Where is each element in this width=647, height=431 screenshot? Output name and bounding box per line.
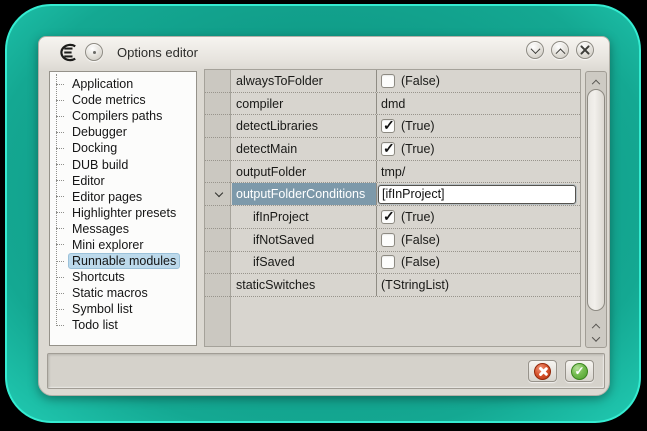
- checkbox[interactable]: [381, 233, 395, 247]
- sidebar-item-symbol-list[interactable]: Symbol list: [50, 301, 196, 317]
- property-row[interactable]: staticSwitches (TStringList): [205, 274, 580, 297]
- sidebar-item-messages[interactable]: Messages: [50, 221, 196, 237]
- sidebar-item-compilers-paths[interactable]: Compilers paths: [50, 108, 196, 124]
- sidebar-item-runnable-modules[interactable]: Runnable modules: [50, 253, 196, 269]
- options-editor-window: Options editor Application Code metrics …: [38, 36, 610, 396]
- property-row-selected[interactable]: outputFolderConditions: [205, 183, 580, 206]
- scrollbar-up-button[interactable]: [586, 73, 606, 88]
- category-list[interactable]: Application Code metrics Compilers paths…: [49, 71, 197, 346]
- property-row[interactable]: ifInProject (True): [205, 206, 580, 229]
- property-value: dmd: [381, 97, 405, 111]
- scrollbar-thumb[interactable]: [587, 89, 605, 311]
- property-row[interactable]: detectMain (True): [205, 138, 580, 161]
- scrollbar-up-button-2[interactable]: [586, 317, 606, 332]
- tree-tick: [56, 100, 64, 101]
- checkbox[interactable]: [381, 142, 395, 156]
- window-title: Options editor: [117, 45, 198, 60]
- tree-tick: [56, 261, 64, 262]
- chevron-up-icon: [592, 79, 600, 87]
- close-button[interactable]: [576, 41, 594, 59]
- titlebar[interactable]: Options editor: [39, 37, 609, 67]
- app-logo-icon: [56, 43, 78, 62]
- property-name[interactable]: ifInProject: [249, 206, 376, 228]
- property-name[interactable]: detectLibraries: [232, 115, 376, 137]
- close-icon: [538, 367, 547, 376]
- property-value: tmp/: [381, 165, 405, 179]
- tree-tick: [56, 325, 64, 326]
- property-rows: alwaysToFolder (False) compiler dmd dete…: [205, 70, 580, 297]
- close-icon: [580, 45, 590, 55]
- tree-tick: [56, 212, 64, 213]
- property-name[interactable]: alwaysToFolder: [232, 70, 376, 92]
- property-name[interactable]: outputFolderConditions: [232, 183, 376, 205]
- window-controls: [526, 41, 594, 59]
- property-name[interactable]: outputFolder: [232, 161, 376, 183]
- sidebar-item-highlighter-presets[interactable]: Highlighter presets: [50, 205, 196, 221]
- tree-tick: [56, 277, 64, 278]
- property-row[interactable]: alwaysToFolder (False): [205, 70, 580, 93]
- tree-tick: [56, 116, 64, 117]
- check-icon: ✓: [574, 365, 584, 377]
- property-name[interactable]: ifSaved: [249, 252, 376, 274]
- tree-tick: [56, 196, 64, 197]
- checkbox[interactable]: [381, 119, 395, 133]
- sidebar-item-shortcuts[interactable]: Shortcuts: [50, 269, 196, 285]
- sidebar-item-debugger[interactable]: Debugger: [50, 124, 196, 140]
- window-menu-button[interactable]: [85, 43, 103, 61]
- property-value: (False): [401, 74, 440, 88]
- property-row[interactable]: ifNotSaved (False): [205, 229, 580, 252]
- sidebar-item-dub-build[interactable]: DUB build: [50, 156, 196, 172]
- property-value: (False): [401, 233, 440, 247]
- screenshot-stage: Options editor Application Code metrics …: [0, 0, 647, 431]
- property-value: (True): [401, 142, 435, 156]
- chevron-down-icon: [592, 333, 600, 341]
- tree-tick: [56, 180, 64, 181]
- checkbox[interactable]: [381, 210, 395, 224]
- scrollbar-down-button[interactable]: [586, 331, 606, 346]
- sidebar-item-todo-list[interactable]: Todo list: [50, 317, 196, 333]
- tree-tick: [56, 132, 64, 133]
- checkbox[interactable]: [381, 255, 395, 269]
- maximize-button[interactable]: [551, 41, 569, 59]
- tree-tick: [56, 84, 64, 85]
- footer-bar: ✓: [47, 353, 605, 389]
- output-folder-conditions-input[interactable]: [378, 185, 576, 204]
- vertical-scrollbar[interactable]: [585, 71, 607, 348]
- dot-icon: [93, 51, 96, 54]
- tree-tick: [56, 293, 64, 294]
- property-value: (TStringList): [381, 278, 449, 292]
- property-name[interactable]: compiler: [232, 93, 376, 115]
- property-value: (True): [401, 210, 435, 224]
- sidebar-item-editor-pages[interactable]: Editor pages: [50, 189, 196, 205]
- property-row[interactable]: outputFolder tmp/: [205, 161, 580, 184]
- tree-tick: [56, 309, 64, 310]
- accept-button[interactable]: ✓: [565, 360, 594, 382]
- minimize-button[interactable]: [526, 41, 544, 59]
- tree-tick: [56, 244, 64, 245]
- tree-tick: [56, 164, 64, 165]
- checkbox[interactable]: [381, 74, 395, 88]
- chevron-down-icon[interactable]: [214, 189, 222, 197]
- sidebar-item-docking[interactable]: Docking: [50, 140, 196, 156]
- cancel-button[interactable]: [528, 360, 557, 382]
- property-name[interactable]: detectMain: [232, 138, 376, 160]
- property-grid[interactable]: alwaysToFolder (False) compiler dmd dete…: [204, 69, 581, 347]
- sidebar-item-static-macros[interactable]: Static macros: [50, 285, 196, 301]
- chevron-up-icon: [555, 48, 565, 58]
- property-row[interactable]: compiler dmd: [205, 93, 580, 116]
- property-value: (False): [401, 255, 440, 269]
- sidebar-item-code-metrics[interactable]: Code metrics: [50, 92, 196, 108]
- property-row[interactable]: detectLibraries (True): [205, 115, 580, 138]
- chevron-down-icon: [530, 44, 540, 54]
- property-name[interactable]: ifNotSaved: [249, 229, 376, 251]
- property-value: (True): [401, 119, 435, 133]
- tree-tick: [56, 148, 64, 149]
- tree-tick: [56, 228, 64, 229]
- property-row[interactable]: ifSaved (False): [205, 252, 580, 275]
- sidebar-item-editor[interactable]: Editor: [50, 173, 196, 189]
- sidebar-item-mini-explorer[interactable]: Mini explorer: [50, 237, 196, 253]
- sidebar-item-application[interactable]: Application: [50, 76, 196, 92]
- property-name[interactable]: staticSwitches: [232, 274, 376, 296]
- category-tree: Application Code metrics Compilers paths…: [50, 72, 196, 334]
